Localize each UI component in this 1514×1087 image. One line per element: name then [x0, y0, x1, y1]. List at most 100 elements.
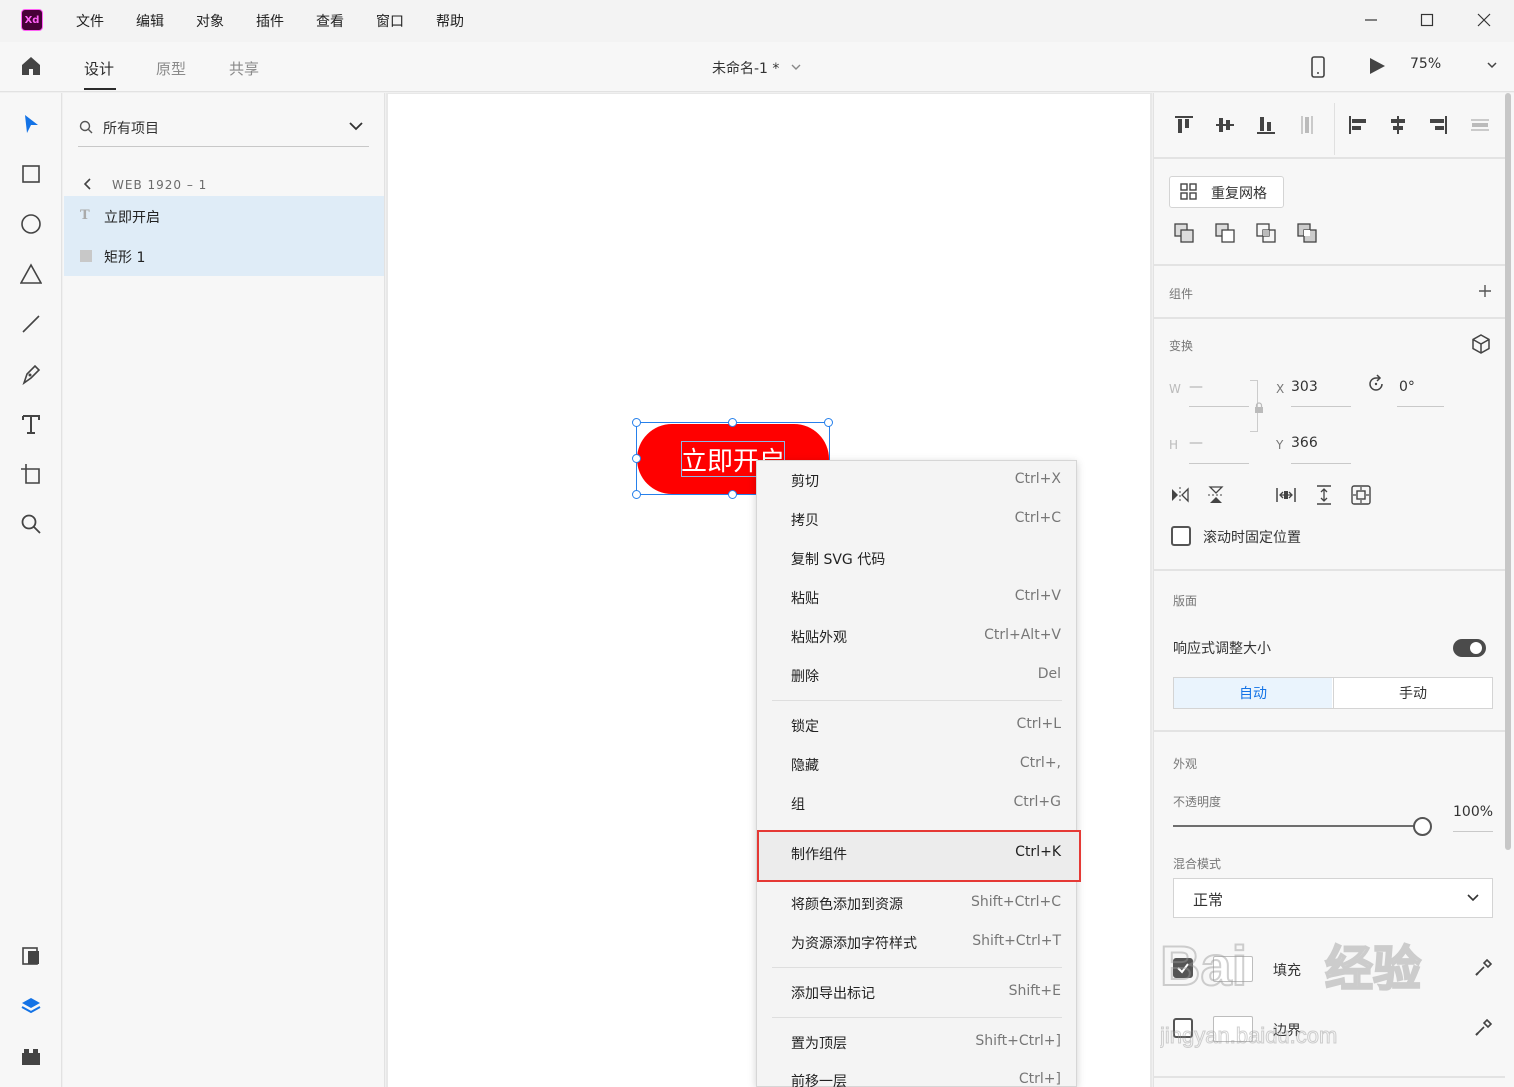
- menu-item-add-char-style[interactable]: 为资源添加字符样式: [791, 933, 917, 953]
- align-center-icon[interactable]: [1385, 112, 1411, 138]
- opacity-slider-thumb[interactable]: [1413, 817, 1432, 836]
- menu-window[interactable]: 窗口: [376, 11, 404, 31]
- flip-horizontal-icon[interactable]: [1167, 482, 1193, 508]
- align-left-icon[interactable]: [1345, 112, 1371, 138]
- mobile-preview-icon[interactable]: [1309, 56, 1327, 78]
- line-tool-icon[interactable]: [17, 310, 45, 338]
- menu-item-bring-to-front[interactable]: 置为顶层: [791, 1033, 847, 1053]
- rectangle-tool-icon[interactable]: [17, 160, 45, 188]
- distribute-spacing-v-icon[interactable]: [1311, 482, 1337, 508]
- resize-handle[interactable]: [632, 418, 641, 427]
- align-right-icon[interactable]: [1425, 112, 1451, 138]
- menu-file[interactable]: 文件: [76, 11, 104, 31]
- filter-dropdown-icon[interactable]: [348, 119, 364, 133]
- distribute-vertical-icon[interactable]: [1294, 112, 1320, 138]
- chevron-down-icon[interactable]: [790, 61, 802, 73]
- tab-design[interactable]: 设计: [84, 58, 114, 79]
- opacity-value[interactable]: 100%: [1453, 804, 1493, 820]
- x-value[interactable]: 303: [1291, 379, 1318, 395]
- divider: [1153, 730, 1505, 732]
- tab-prototype[interactable]: 原型: [156, 58, 186, 79]
- boolean-intersect-icon[interactable]: [1253, 220, 1279, 246]
- pen-tool-icon[interactable]: [17, 360, 45, 388]
- y-value[interactable]: 366: [1291, 435, 1318, 451]
- lock-aspect-icon[interactable]: [1254, 402, 1264, 414]
- distribute-spacing-h-icon[interactable]: [1273, 482, 1299, 508]
- menu-help[interactable]: 帮助: [436, 11, 464, 31]
- auto-button[interactable]: 自动: [1174, 678, 1332, 708]
- scrollbar[interactable]: [1505, 93, 1511, 850]
- menu-item-cut[interactable]: 剪切: [791, 471, 819, 491]
- menu-item-copy[interactable]: 拷贝: [791, 510, 819, 530]
- fill-color-swatch[interactable]: [1213, 956, 1253, 982]
- add-component-icon[interactable]: [1478, 284, 1492, 298]
- close-icon[interactable]: [1464, 6, 1504, 34]
- assets-icon[interactable]: [17, 942, 45, 970]
- padding-icon[interactable]: [1348, 482, 1374, 508]
- ellipse-tool-icon[interactable]: [17, 210, 45, 238]
- boolean-add-icon[interactable]: [1171, 220, 1197, 246]
- align-bottom-icon[interactable]: [1253, 112, 1279, 138]
- tab-share[interactable]: 共享: [229, 58, 259, 79]
- resize-handle[interactable]: [824, 418, 833, 427]
- menu-view[interactable]: 查看: [316, 11, 344, 31]
- plugins-icon[interactable]: [17, 1042, 45, 1070]
- zoom-tool-icon[interactable]: [17, 510, 45, 538]
- rotate-icon[interactable]: [1366, 374, 1386, 394]
- menu-item-make-component[interactable]: 制作组件: [791, 844, 847, 864]
- menu-item-paste[interactable]: 粘贴: [791, 588, 819, 608]
- eyedropper-icon[interactable]: [1473, 958, 1493, 978]
- checkmark-icon: [1176, 961, 1190, 975]
- menu-item-group[interactable]: 组: [791, 794, 805, 814]
- resize-handle[interactable]: [728, 418, 737, 427]
- menu-item-add-color-assets[interactable]: 将颜色添加到资源: [791, 894, 903, 914]
- menu-item-bring-forward[interactable]: 前移一层: [791, 1071, 847, 1087]
- maximize-icon[interactable]: [1407, 6, 1447, 34]
- align-middle-icon[interactable]: [1212, 112, 1238, 138]
- menu-item-hide[interactable]: 隐藏: [791, 755, 819, 775]
- resize-handle[interactable]: [632, 490, 641, 499]
- distribute-horizontal-icon[interactable]: [1467, 112, 1493, 138]
- width-value[interactable]: —: [1189, 379, 1203, 395]
- border-color-swatch[interactable]: [1213, 1016, 1253, 1042]
- menu-item-mark-export[interactable]: 添加导出标记: [791, 983, 875, 1003]
- opacity-slider-track[interactable]: [1173, 825, 1423, 827]
- menu-object[interactable]: 对象: [196, 11, 224, 31]
- opacity-label: 不透明度: [1173, 795, 1222, 809]
- manual-button[interactable]: 手动: [1333, 678, 1492, 708]
- select-tool-icon[interactable]: [17, 110, 45, 138]
- menu-item-copy-svg[interactable]: 复制 SVG 代码: [791, 549, 885, 569]
- flip-vertical-icon[interactable]: [1203, 482, 1229, 508]
- resize-handle[interactable]: [632, 454, 641, 463]
- document-title[interactable]: 未命名-1 *: [712, 58, 779, 78]
- menu-item-lock[interactable]: 锁定: [791, 716, 819, 736]
- menu-plugins[interactable]: 插件: [256, 11, 284, 31]
- active-tab-indicator: [84, 88, 116, 90]
- layers-icon[interactable]: [17, 992, 45, 1020]
- zoom-level[interactable]: 75%: [1410, 56, 1441, 72]
- eyedropper-icon[interactable]: [1473, 1018, 1493, 1038]
- resize-handle[interactable]: [728, 490, 737, 499]
- border-checkbox[interactable]: [1173, 1018, 1193, 1038]
- back-chevron-icon[interactable]: [82, 177, 94, 191]
- field-underline: [1291, 406, 1351, 407]
- appearance-section-label: 外观: [1173, 757, 1198, 771]
- text-tool-icon[interactable]: [17, 410, 45, 438]
- shortcut: Ctrl+K: [1015, 844, 1061, 860]
- minimize-icon[interactable]: [1351, 6, 1391, 34]
- height-value[interactable]: —: [1189, 435, 1203, 451]
- home-icon[interactable]: [19, 54, 43, 78]
- artboard-tool-icon[interactable]: [17, 460, 45, 488]
- rotation-value[interactable]: 0°: [1399, 379, 1415, 395]
- play-icon[interactable]: [1367, 56, 1387, 76]
- boolean-exclude-icon[interactable]: [1294, 220, 1320, 246]
- polygon-tool-icon[interactable]: [17, 260, 45, 288]
- align-top-icon[interactable]: [1171, 112, 1197, 138]
- boolean-subtract-icon[interactable]: [1212, 220, 1238, 246]
- menu-edit[interactable]: 编辑: [136, 11, 164, 31]
- zoom-dropdown-icon[interactable]: [1486, 59, 1498, 71]
- fix-on-scroll-checkbox[interactable]: [1171, 526, 1191, 546]
- menu-item-paste-appearance[interactable]: 粘贴外观: [791, 627, 847, 647]
- menu-item-delete[interactable]: 删除: [791, 666, 819, 686]
- 3d-transform-icon[interactable]: [1470, 333, 1492, 355]
